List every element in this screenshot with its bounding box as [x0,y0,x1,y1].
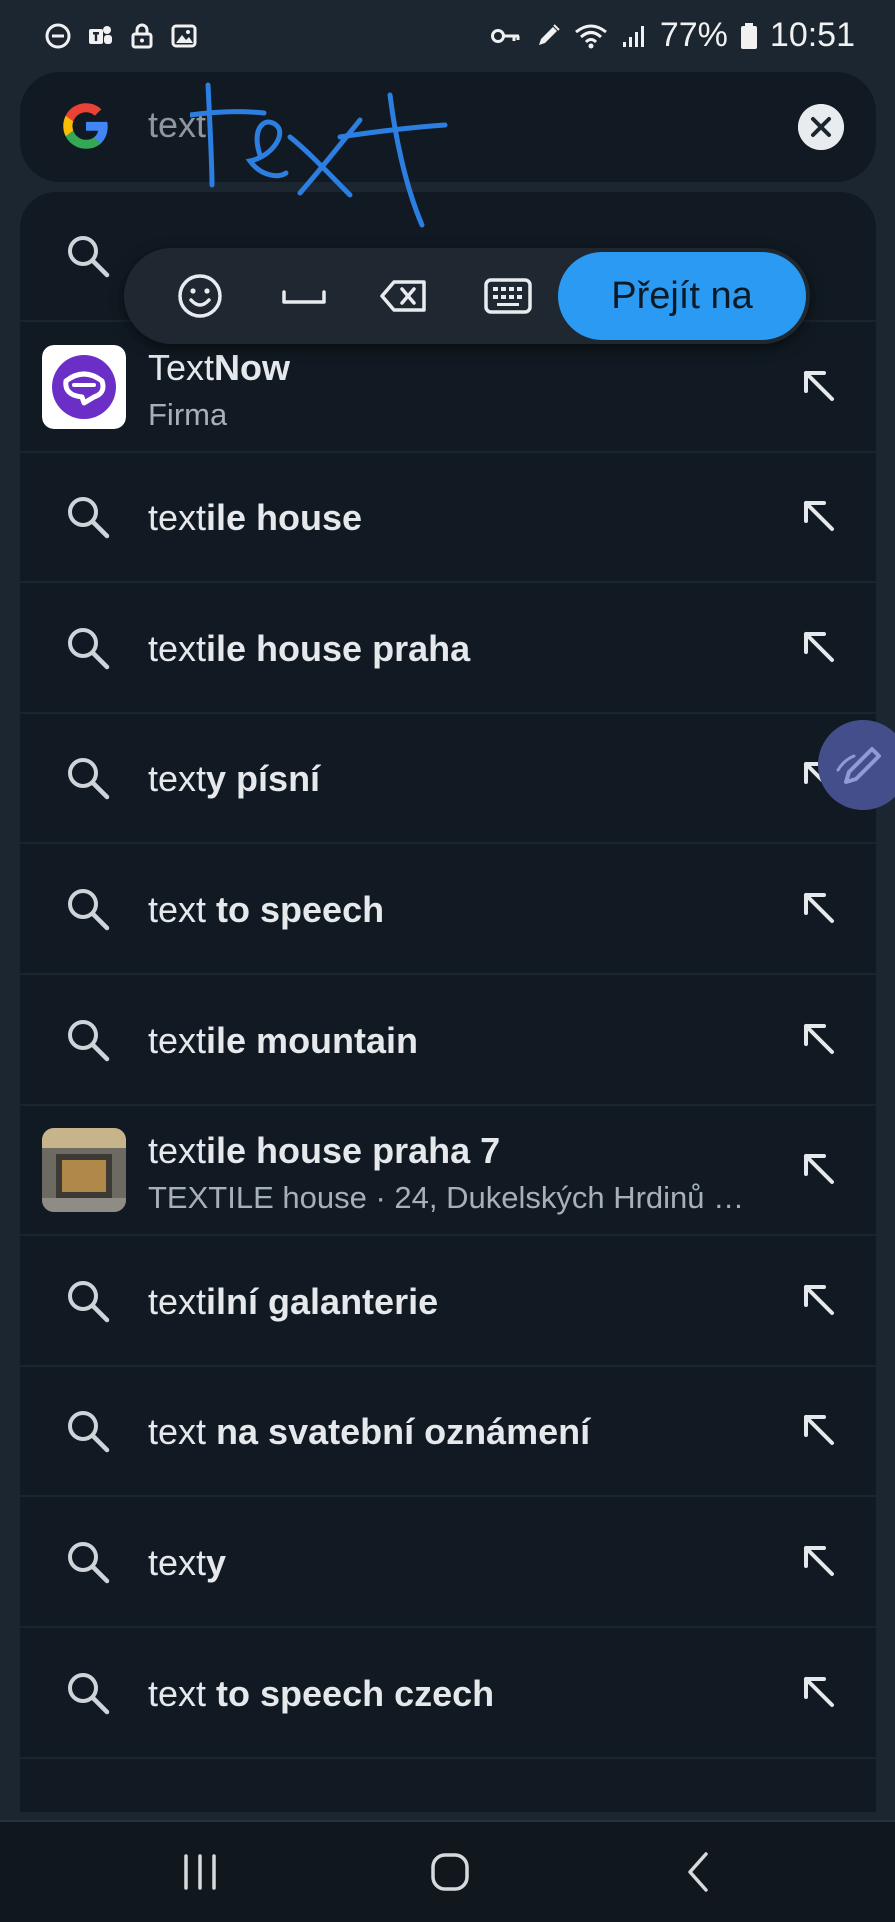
suggestion-text: textilní galanterie [148,1281,438,1323]
teams-icon [89,26,112,44]
query-prefix: text [148,1672,217,1714]
search-suggestion[interactable]: text na svatební oznámení [20,1367,876,1498]
search-bar[interactable]: text [20,72,876,182]
search-icon [68,1280,110,1323]
recent-apps-icon[interactable] [176,1848,224,1896]
suggestion-text: TextNow [148,347,290,389]
suggestion-text: textile house [148,497,362,539]
suggestion-completion: Now [214,346,291,388]
search-icon [68,1411,110,1453]
backspace-icon[interactable] [378,270,430,322]
fill-query-arrow-icon[interactable] [796,885,840,929]
signal-icon [622,25,644,47]
suggestion-completion: y písní [206,758,321,800]
suggestion-text: texty [148,1542,226,1584]
suggestion-completion: ile mountain [206,1019,419,1061]
query-prefix: text [148,1542,207,1583]
query-prefix: text [148,1411,217,1453]
suggestion-completion: na svatební oznámení [216,1411,591,1453]
suggestion-text: text to speech czech [148,1673,494,1715]
search-suggestion[interactable]: texty [20,1498,876,1628]
fill-query-arrow-icon[interactable] [796,624,840,668]
search-suggestion[interactable]: textile mountain [20,976,876,1106]
suggestion-completion: ile house [206,497,363,539]
emoji-icon[interactable] [174,270,226,322]
search-icon [68,1672,110,1714]
fill-query-arrow-icon[interactable] [796,1538,840,1582]
battery-percent: 77% [659,16,728,54]
suggestion-completion: to speech czech [216,1672,495,1714]
query-prefix: text [148,497,207,539]
home-icon[interactable] [426,1848,474,1896]
query-prefix: Text [148,346,215,388]
go-button[interactable]: Přejít na [558,252,806,340]
textnow-app-icon [42,344,126,429]
navigation-bar [0,1820,895,1922]
battery-icon [740,22,757,49]
gallery-icon [171,24,197,48]
suggestion-text: textile house praha 7 [148,1130,500,1172]
fill-query-arrow-icon[interactable] [796,1016,840,1060]
fill-query-arrow-icon[interactable] [796,1669,840,1713]
space-icon[interactable] [278,270,330,322]
suggestion-text: textile mountain [148,1020,418,1062]
suggestion-completion: ile house praha [206,627,471,669]
fill-query-arrow-icon[interactable] [796,1407,840,1451]
clock: 10:51 [769,16,855,54]
suggestion-subtitle: Firma [148,396,228,432]
search-icon [68,1542,110,1584]
fill-query-arrow-icon[interactable] [796,1277,840,1321]
query-prefix: text [148,627,207,669]
clear-button[interactable] [798,104,844,150]
suggestion-completion: y [206,1542,227,1583]
place-suggestion[interactable]: textile house praha 7 TEXTILE house · 24,… [20,1106,876,1237]
search-icon [68,236,110,278]
fill-query-arrow-icon[interactable] [796,363,840,407]
search-suggestion[interactable]: textile house [20,453,876,584]
search-suggestion[interactable]: textilní galanterie [20,1237,876,1367]
search-input[interactable]: text [148,104,206,146]
vpn-key-icon [490,28,520,43]
search-icon [68,758,110,800]
suggestion-text: text to speech [148,889,384,931]
keyboard-icon[interactable] [482,270,534,322]
query-prefix: text [148,1130,207,1172]
suggestion-completion: ile house praha 7 [206,1130,501,1172]
wifi-icon [574,24,607,48]
query-prefix: text [148,758,207,800]
search-suggestion[interactable]: text to speech [20,845,876,975]
query-prefix: text [148,889,217,930]
search-suggestion[interactable]: texty písní [20,714,876,845]
lock-icon [131,23,153,49]
status-bar: 77% 10:51 [0,0,895,78]
handwriting-toolbar: Přejít na [124,248,810,344]
suggestion-text: text na svatební oznámení [148,1411,590,1453]
search-suggestion[interactable]: textile house praha [20,584,876,714]
search-icon [68,889,110,931]
fill-query-arrow-icon[interactable] [796,493,840,537]
search-icon [68,627,110,670]
suggestions-list: TextNow Firma textile house textile house p… [20,192,876,1812]
back-icon[interactable] [676,1848,724,1896]
google-logo-icon [63,103,108,149]
do-not-disturb-icon [45,23,71,49]
suggestion-text: textile house praha [148,628,470,670]
suggestion-completion: to speech [216,889,385,930]
pen-icon [538,23,560,45]
search-icon [68,1019,110,1061]
query-prefix: text [148,1019,207,1061]
suggestion-text: texty písní [148,758,320,800]
suggestion-completion: ilní galanterie [206,1280,439,1322]
query-prefix: text [148,1280,207,1322]
suggestion-subtitle: TEXTILE house · 24, Dukelských Hrdinů … [148,1180,745,1216]
place-photo [42,1128,126,1213]
search-icon [68,497,110,539]
search-suggestion[interactable]: text to speech czech [20,1629,876,1759]
fill-query-arrow-icon[interactable] [796,1146,840,1190]
